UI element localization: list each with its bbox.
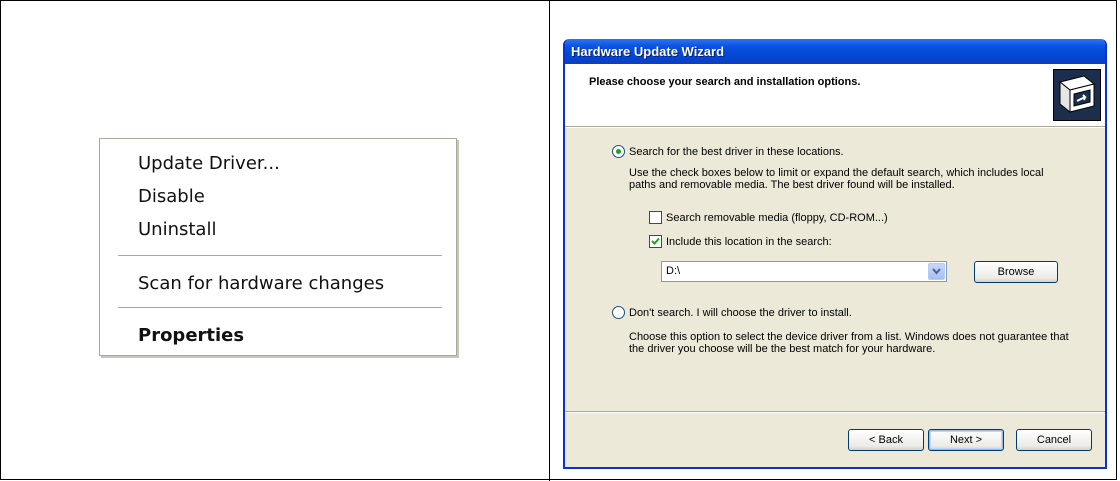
- search-best-driver-radio[interactable]: [612, 145, 625, 158]
- search-description-line1: Use the check boxes below to limit or ex…: [629, 167, 1044, 179]
- menu-separator: [118, 255, 442, 257]
- menu-item-uninstall[interactable]: Uninstall: [138, 215, 216, 245]
- footer-divider: [565, 411, 1105, 413]
- back-button[interactable]: < Back: [848, 429, 924, 451]
- cancel-button[interactable]: Cancel: [1016, 429, 1092, 451]
- search-removable-media-label[interactable]: Search removable media (floppy, CD-ROM..…: [666, 212, 888, 224]
- manual-description-line2: the driver you choose will be the best m…: [629, 343, 936, 355]
- radio-selected-dot: [616, 149, 621, 154]
- menu-separator: [118, 307, 442, 309]
- location-combobox[interactable]: D:\: [661, 261, 947, 282]
- hardware-update-wizard-window: Hardware Update Wizard Please choose you…: [563, 39, 1107, 469]
- wizard-header: Please choose your search and installati…: [565, 64, 1105, 126]
- browse-button[interactable]: Browse: [974, 261, 1058, 283]
- manual-choose-radio[interactable]: [612, 306, 625, 319]
- location-value: D:\: [666, 265, 681, 277]
- include-location-label[interactable]: Include this location in the search:: [666, 236, 832, 248]
- header-title: Please choose your search and installati…: [589, 76, 861, 88]
- title-bar[interactable]: Hardware Update Wizard: [565, 39, 1105, 64]
- device-context-menu: Update Driver... Disable Uninstall Scan …: [99, 138, 457, 356]
- search-best-driver-label[interactable]: Search for the best driver in these loca…: [629, 146, 844, 158]
- search-removable-media-checkbox[interactable]: [649, 211, 662, 224]
- panel-divider: [549, 0, 550, 481]
- menu-item-properties[interactable]: Properties: [138, 321, 244, 351]
- window-title: Hardware Update Wizard: [571, 44, 725, 59]
- manual-description-line1: Choose this option to select the device …: [629, 331, 1069, 343]
- chevron-down-icon[interactable]: [928, 263, 945, 280]
- manual-choose-label[interactable]: Don't search. I will choose the driver t…: [629, 307, 852, 319]
- menu-item-update-driver[interactable]: Update Driver...: [138, 149, 280, 179]
- search-description-line2: paths and removable media. The best driv…: [629, 179, 955, 191]
- header-divider: [565, 126, 1105, 128]
- menu-item-scan-hardware[interactable]: Scan for hardware changes: [138, 269, 384, 299]
- include-location-checkbox[interactable]: [649, 235, 662, 248]
- hardware-wizard-icon: [1053, 69, 1101, 121]
- menu-item-disable[interactable]: Disable: [138, 182, 205, 212]
- checkmark-icon: [651, 237, 660, 245]
- next-button[interactable]: Next >: [928, 429, 1004, 451]
